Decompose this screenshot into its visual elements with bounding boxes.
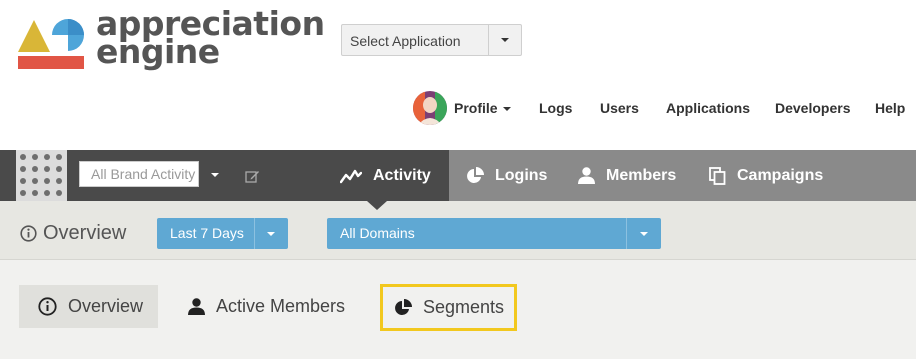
subtab-active-members-label: Active Members: [216, 296, 346, 316]
profile-menu[interactable]: Profile: [454, 100, 511, 116]
copy-icon: [709, 166, 726, 185]
page-title: Overview: [20, 222, 126, 245]
avatar-image: [413, 91, 447, 125]
tab-logins-label: Logins: [495, 166, 548, 184]
info-icon: [38, 297, 57, 316]
user-icon: [578, 167, 595, 184]
activity-icon: [340, 169, 362, 183]
info-icon: [20, 225, 37, 242]
section-toolbar: All Brand Activity Activity Logins Membe…: [0, 150, 916, 201]
subtab-overview-label: Overview: [68, 296, 144, 316]
tab-members-label: Members: [606, 166, 677, 184]
domains-select[interactable]: All Domains: [327, 218, 661, 249]
nav-applications[interactable]: Applications: [666, 100, 750, 116]
domains-divider: [626, 218, 627, 249]
edit-icon[interactable]: [245, 169, 260, 184]
overview-subnav: Overview Active Members Segments: [0, 260, 916, 359]
user-icon: [188, 298, 205, 315]
date-range-select[interactable]: Last 7 Days: [157, 218, 288, 249]
page-title-text: Overview: [43, 222, 127, 244]
date-range-divider: [254, 218, 255, 249]
pie-chart-icon: [395, 298, 412, 315]
filter-bar: Overview Last 7 Days All Domains: [0, 201, 916, 260]
chevron-down-icon[interactable]: [640, 232, 648, 236]
avatar[interactable]: [413, 91, 447, 125]
nav-users[interactable]: Users: [600, 100, 639, 116]
brand-dropdown-chevron-icon[interactable]: [211, 173, 219, 177]
date-range-label: Last 7 Days: [170, 225, 244, 241]
pie-chart-icon: [467, 166, 484, 183]
dots-pattern-icon: [16, 150, 67, 201]
domains-label: All Domains: [340, 225, 415, 241]
nav-help[interactable]: Help: [875, 100, 905, 116]
chevron-down-icon: [502, 107, 511, 112]
subtab-segments[interactable]: Segments: [380, 284, 517, 331]
header: appreciation engine Select Application P…: [0, 0, 916, 150]
tab-activity-label: Activity: [373, 166, 431, 184]
tab-members[interactable]: Members: [578, 150, 676, 201]
tab-activity[interactable]: Activity: [340, 150, 431, 201]
application-select-label: Select Application: [350, 33, 461, 49]
profile-label: Profile: [454, 100, 498, 116]
brand-image[interactable]: [16, 150, 67, 201]
logo-mark-icon: [18, 19, 84, 69]
tab-campaigns[interactable]: Campaigns: [709, 150, 823, 201]
chevron-down-icon: [501, 38, 509, 42]
nav-developers[interactable]: Developers: [775, 100, 850, 116]
application-select[interactable]: Select Application: [341, 24, 522, 56]
logo-wordmark: appreciation engine: [96, 7, 325, 68]
tab-campaigns-label: Campaigns: [737, 166, 824, 184]
chevron-down-icon[interactable]: [267, 232, 275, 236]
application-select-toggle[interactable]: [488, 25, 521, 55]
subtab-active-members[interactable]: Active Members: [188, 285, 345, 328]
nav-logs[interactable]: Logs: [539, 100, 572, 116]
tab-logins[interactable]: Logins: [466, 150, 547, 201]
appreciation-engine-logo[interactable]: appreciation engine: [18, 7, 325, 74]
subtab-segments-label: Segments: [423, 297, 505, 317]
subtab-overview[interactable]: Overview: [19, 285, 158, 328]
active-tab-pointer: [367, 201, 387, 210]
brand-activity-input[interactable]: All Brand Activity: [79, 161, 199, 187]
